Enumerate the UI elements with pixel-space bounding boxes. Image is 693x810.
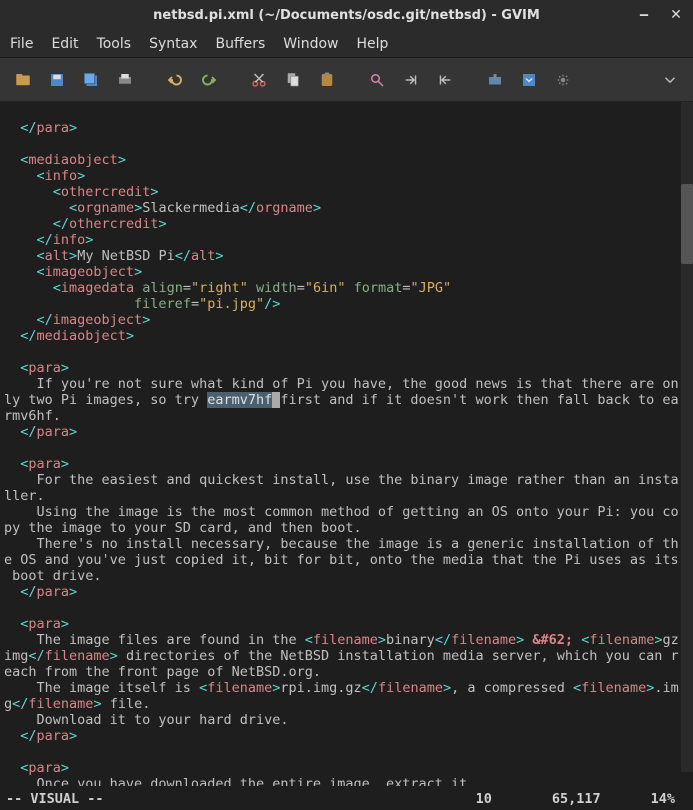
status-position: 65,117 bbox=[552, 791, 601, 807]
print-icon[interactable] bbox=[112, 67, 138, 93]
editor-area[interactable]: </para> <mediaobject> <info> <othercredi… bbox=[0, 102, 693, 786]
open-file-icon[interactable] bbox=[10, 67, 36, 93]
visual-selection: earmv7hf bbox=[207, 392, 272, 408]
save-all-icon[interactable] bbox=[78, 67, 104, 93]
menu-syntax[interactable]: Syntax bbox=[149, 36, 197, 52]
menu-buffers[interactable]: Buffers bbox=[215, 36, 265, 52]
save-icon[interactable] bbox=[44, 67, 70, 93]
menu-help[interactable]: Help bbox=[356, 36, 388, 52]
menubar: File Edit Tools Syntax Buffers Window He… bbox=[0, 30, 693, 58]
load-session-icon[interactable] bbox=[482, 67, 508, 93]
copy-icon[interactable] bbox=[280, 67, 306, 93]
statusbar: -- VISUAL -- 10 65,117 14% bbox=[0, 788, 681, 810]
menu-edit[interactable]: Edit bbox=[51, 36, 78, 52]
find-prev-icon[interactable] bbox=[432, 67, 458, 93]
find-replace-icon[interactable] bbox=[364, 67, 390, 93]
status-percent: 14% bbox=[651, 791, 675, 807]
status-count: 10 bbox=[476, 791, 492, 807]
minimize-button[interactable]: ‒ bbox=[637, 8, 651, 22]
run-script-icon[interactable] bbox=[550, 67, 576, 93]
menu-tools[interactable]: Tools bbox=[97, 36, 132, 52]
scrollbar[interactable] bbox=[681, 102, 693, 772]
titlebar: netbsd.pi.xml (~/Documents/osdc.git/netb… bbox=[0, 0, 693, 30]
find-next-icon[interactable] bbox=[398, 67, 424, 93]
window-title: netbsd.pi.xml (~/Documents/osdc.git/netb… bbox=[8, 8, 685, 23]
window-controls: ‒ ✕ bbox=[637, 8, 683, 22]
undo-icon[interactable] bbox=[162, 67, 188, 93]
scrollbar-thumb[interactable] bbox=[681, 184, 693, 264]
paste-icon[interactable] bbox=[314, 67, 340, 93]
toolbar-dropdown-icon[interactable] bbox=[657, 67, 683, 93]
menu-window[interactable]: Window bbox=[283, 36, 338, 52]
cut-icon[interactable] bbox=[246, 67, 272, 93]
menu-file[interactable]: File bbox=[10, 36, 33, 52]
close-button[interactable]: ✕ bbox=[669, 8, 683, 22]
redo-icon[interactable] bbox=[196, 67, 222, 93]
save-session-icon[interactable] bbox=[516, 67, 542, 93]
status-mode: -- VISUAL -- bbox=[6, 791, 476, 807]
toolbar bbox=[0, 58, 693, 102]
